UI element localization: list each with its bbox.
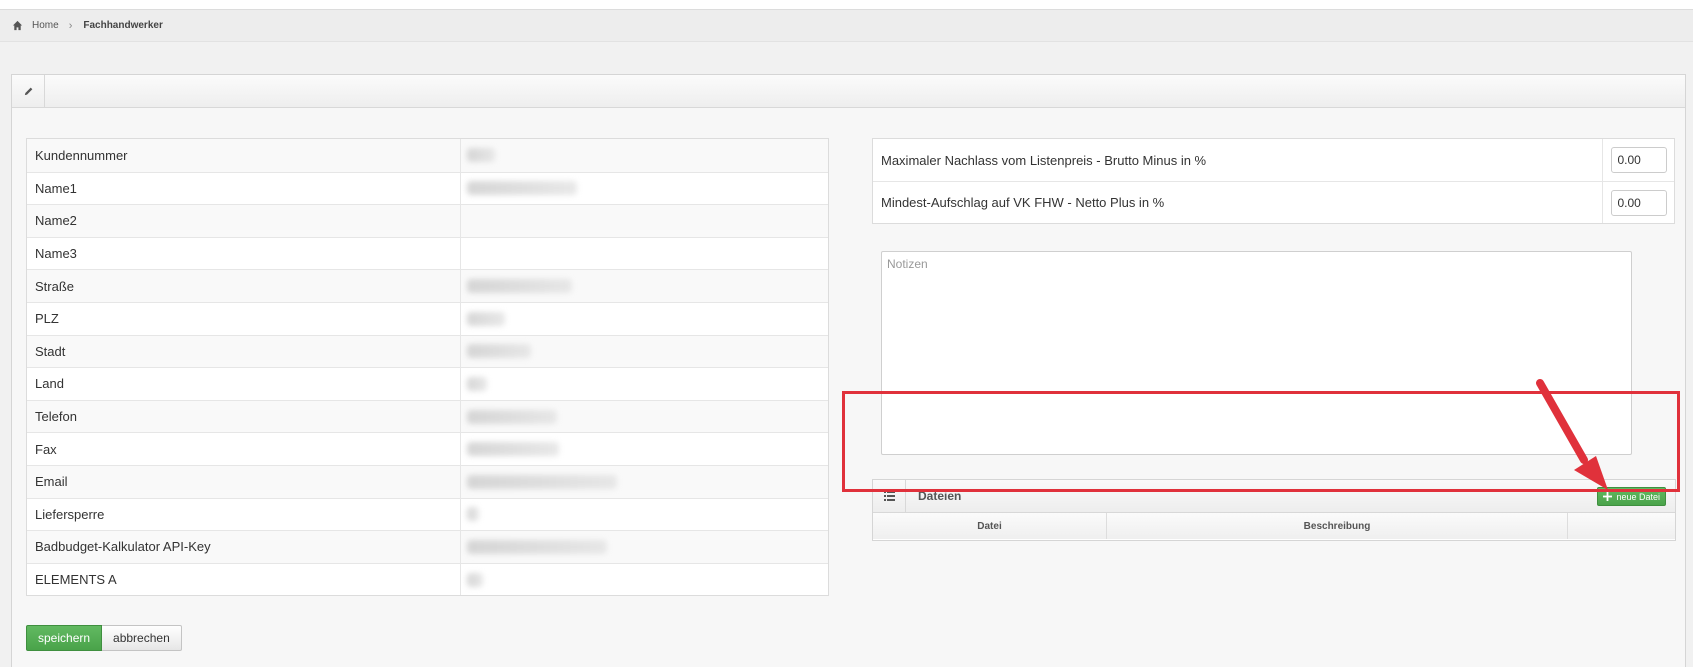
field-label: ELEMENTS A <box>27 563 461 596</box>
pencil-icon <box>24 87 32 95</box>
input-cell <box>1603 182 1674 223</box>
field-value-redacted <box>461 368 828 400</box>
redacted-text <box>467 539 607 554</box>
breadcrumb: Home › Fachhandwerker <box>0 10 1693 42</box>
redacted-text <box>467 409 557 424</box>
field-value-redacted <box>461 270 828 302</box>
table-row: Name2 <box>27 204 828 237</box>
column-header-actions <box>1568 513 1675 539</box>
field-label: Telefon <box>27 400 461 433</box>
cancel-button[interactable]: abbrechen <box>102 625 182 651</box>
annotation-highlight-box <box>842 391 1680 492</box>
table-row: Stadt <box>27 334 828 368</box>
table-row: Kundennummer <box>27 139 828 172</box>
redacted-text <box>467 148 495 163</box>
customer-details-table: Kundennummer Name1 Name2 Name3 Straße PLZ Stad… <box>26 138 829 597</box>
field-value-redacted <box>461 531 828 563</box>
table-row: Liefersperre <box>27 497 828 531</box>
redacted-text <box>467 442 559 457</box>
field-label: Stadt <box>27 335 461 368</box>
field-label: Name1 <box>27 172 461 205</box>
field-value-redacted <box>461 303 828 335</box>
field-label: Badbudget-Kalkulator API-Key <box>27 531 461 563</box>
main-panel: Kundennummer Name1 Name2 Name3 Straße PLZ Stad… <box>11 74 1686 667</box>
top-bar <box>0 0 1693 10</box>
percent-input[interactable] <box>1610 189 1667 216</box>
breadcrumb-current: Fachhandwerker <box>83 20 163 31</box>
files-table-header: Datei Beschreibung <box>873 513 1675 539</box>
column-header-datei[interactable]: Datei <box>873 513 1107 539</box>
column-header-beschreibung[interactable]: Beschreibung <box>1107 513 1568 539</box>
table-row: Land <box>27 367 828 400</box>
field-value-redacted <box>461 499 828 531</box>
field-value-redacted <box>461 401 828 433</box>
table-row: Fax <box>27 432 828 465</box>
field-label: Kundennummer <box>27 139 461 172</box>
field-label: Email <box>27 465 461 498</box>
home-icon <box>12 20 23 31</box>
field-value-redacted <box>461 139 828 172</box>
percent-input[interactable] <box>1610 147 1667 173</box>
table-row: Mindest-Aufschlag auf VK FHW - Netto Plu… <box>873 181 1674 223</box>
field-value-redacted <box>461 238 828 270</box>
field-label: Liefersperre <box>27 498 461 531</box>
field-label: Straße <box>27 270 461 302</box>
redacted-text <box>467 507 479 522</box>
table-row: PLZ <box>27 301 828 335</box>
redacted-text <box>467 344 531 359</box>
field-label: Mindest-Aufschlag auf VK FHW - Netto Plu… <box>873 182 1603 223</box>
save-button[interactable]: speichern <box>26 625 103 651</box>
field-value-redacted <box>461 466 828 498</box>
redacted-text <box>467 474 617 489</box>
field-label: Name3 <box>27 237 461 270</box>
redacted-text <box>467 279 572 294</box>
field-label: PLZ <box>27 302 461 335</box>
field-label: Name2 <box>27 205 461 237</box>
discount-table: Maximaler Nachlass vom Listenpreis - Bru… <box>872 138 1675 224</box>
field-value-redacted <box>461 433 828 465</box>
tab-edit[interactable] <box>12 75 45 107</box>
table-row: Name1 <box>27 171 828 205</box>
form-actions: speichern abbrechen <box>26 625 182 651</box>
field-label: Land <box>27 368 461 400</box>
redacted-text <box>467 181 577 196</box>
redacted-text <box>467 311 505 326</box>
table-row: Telefon <box>27 399 828 433</box>
new-file-label: neue Datei <box>1616 491 1660 502</box>
breadcrumb-home-label: Home <box>32 20 59 31</box>
panel-header <box>12 75 1685 108</box>
field-label: Fax <box>27 433 461 465</box>
plus-icon <box>1603 492 1613 501</box>
field-value-redacted <box>461 564 828 596</box>
table-row: ELEMENTS A <box>27 562 828 596</box>
field-value-redacted <box>461 336 828 368</box>
field-value-redacted <box>461 205 828 237</box>
table-row: Name3 <box>27 236 828 270</box>
table-row: Email <box>27 464 828 498</box>
table-row: Badbudget-Kalkulator API-Key <box>27 530 828 563</box>
breadcrumb-home[interactable]: Home <box>12 20 59 31</box>
input-cell <box>1603 139 1674 181</box>
table-row: Straße <box>27 269 828 302</box>
field-value-redacted <box>461 173 828 205</box>
chevron-right-icon: › <box>68 19 73 32</box>
redacted-text <box>467 376 487 391</box>
redacted-text <box>467 572 483 587</box>
table-row: Maximaler Nachlass vom Listenpreis - Bru… <box>873 139 1674 181</box>
field-label: Maximaler Nachlass vom Listenpreis - Bru… <box>873 139 1603 181</box>
